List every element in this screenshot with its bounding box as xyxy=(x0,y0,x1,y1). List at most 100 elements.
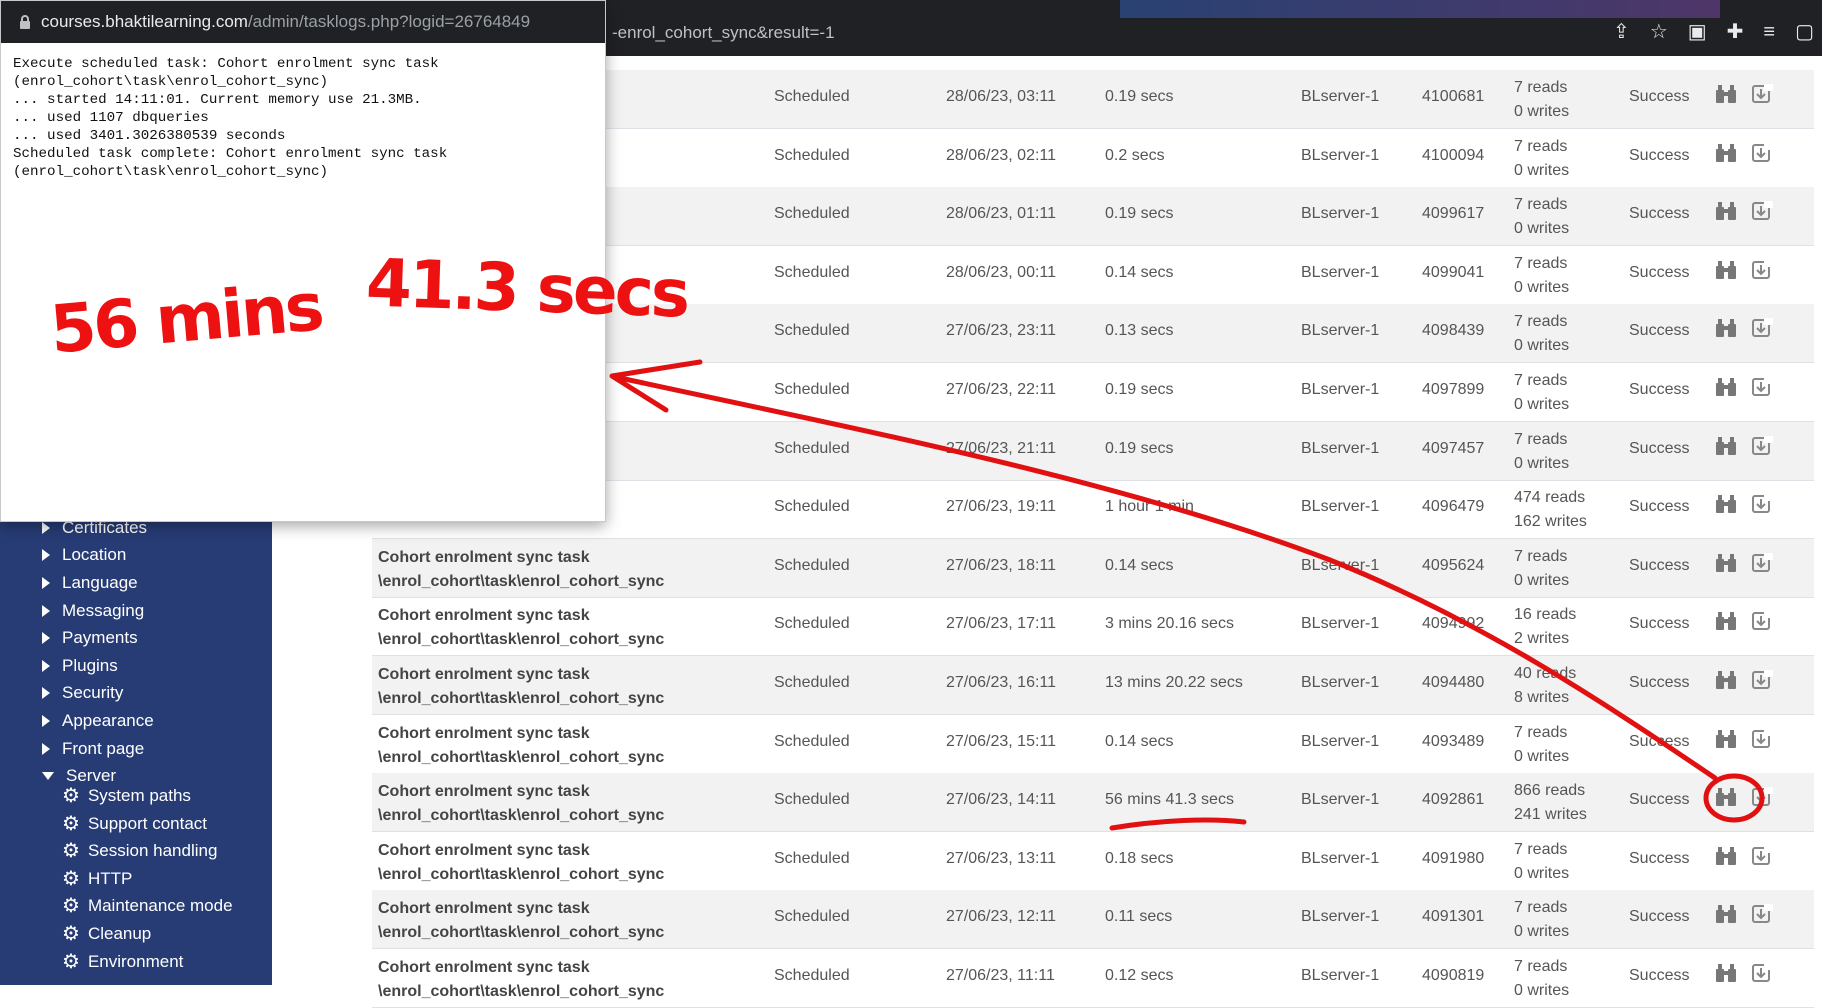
task-pid: 4090819 xyxy=(1422,967,1485,984)
db-reads: 7 reads xyxy=(1514,547,1568,565)
server-item-environment[interactable]: ⚙ Environment xyxy=(62,952,183,972)
task-name-cell: Cohort enrolment sync task \enrol_cohort\… xyxy=(378,546,664,594)
task-type: Scheduled xyxy=(774,322,850,340)
task-pid: 4096479 xyxy=(1422,498,1485,516)
task-database: 7 reads 0 writes xyxy=(1514,955,1569,1003)
download-icon[interactable] xyxy=(1751,670,1773,690)
sidebar-item-plugins[interactable]: Plugins xyxy=(42,656,118,676)
download-icon[interactable] xyxy=(1751,84,1773,104)
download-icon[interactable] xyxy=(1751,435,1773,456)
server-item-label: Cleanup xyxy=(87,924,152,943)
sidebar-item-label: Server xyxy=(66,766,117,785)
download-icon[interactable] xyxy=(1751,201,1773,221)
row-actions xyxy=(1715,435,1773,456)
task-classname: \enrol_cohort\task\enrol_cohort_sync xyxy=(378,924,665,942)
popup-address-bar[interactable]: courses.bhaktilearning.com /admin/tasklo… xyxy=(1,1,605,43)
task-classname: \enrol_cohort\task\enrol_cohort_sync xyxy=(378,690,665,707)
binoculars-icon[interactable] xyxy=(1715,318,1737,338)
task-start-time: 27/06/23, 19:11 xyxy=(946,498,1057,516)
binoculars-icon[interactable] xyxy=(1715,494,1737,514)
lock-icon xyxy=(20,15,30,29)
download-icon[interactable] xyxy=(1751,963,1773,983)
binoculars-icon[interactable] xyxy=(1715,377,1737,397)
server-item-cleanup[interactable]: ⚙ Cleanup xyxy=(62,924,151,944)
binoculars-icon[interactable] xyxy=(1715,904,1737,924)
address-bar-url-tail[interactable]: -enrol_cohort_sync&result=-1 xyxy=(612,23,835,43)
task-hostname: BLserver-1 xyxy=(1301,88,1380,105)
sidebar-item-appearance[interactable]: Appearance xyxy=(42,711,154,731)
download-icon[interactable] xyxy=(1751,904,1773,924)
sidebar-item-messaging[interactable]: Messaging xyxy=(42,601,144,621)
task-duration: 0.14 secs xyxy=(1105,732,1174,750)
task-pid: 4092861 xyxy=(1422,791,1485,809)
task-hostname: BLserver-1 xyxy=(1301,498,1380,516)
task-name-cell: Cohort enrolment sync task \enrol_cohort\… xyxy=(378,839,664,887)
binoculars-icon[interactable] xyxy=(1715,84,1737,104)
server-item-system-paths[interactable]: ⚙ System paths xyxy=(62,786,191,806)
binoculars-icon[interactable] xyxy=(1715,846,1737,866)
binoculars-icon[interactable] xyxy=(1715,436,1737,456)
sidebar-item-payments[interactable]: Payments xyxy=(42,628,138,648)
task-name: Cohort enrolment sync task xyxy=(378,607,590,625)
download-icon[interactable] xyxy=(1751,377,1773,397)
task-hostname: BLserver-1 xyxy=(1301,732,1380,750)
sidebar-item-front-page[interactable]: Front page xyxy=(42,739,144,759)
download-icon[interactable] xyxy=(1751,728,1773,749)
task-result: Success xyxy=(1629,205,1690,223)
row-actions xyxy=(1715,552,1773,573)
download-icon[interactable] xyxy=(1751,318,1773,338)
download-icon[interactable] xyxy=(1751,787,1773,807)
side-panel-icon[interactable]: ▢ xyxy=(1795,22,1814,42)
task-database: 7 reads 0 writes xyxy=(1514,545,1569,593)
extensions-icon[interactable]: ✚ xyxy=(1727,22,1744,42)
task-type: Scheduled xyxy=(774,205,850,223)
sidebar-item-location[interactable]: Location xyxy=(42,545,126,565)
binoculars-icon[interactable] xyxy=(1715,963,1737,983)
task-name: Cohort enrolment sync task xyxy=(378,666,590,683)
task-type: Scheduled xyxy=(774,498,850,516)
binoculars-icon[interactable] xyxy=(1715,260,1737,280)
row-actions xyxy=(1715,787,1773,807)
sidebar-item-language[interactable]: Language xyxy=(42,573,138,593)
binoculars-icon[interactable] xyxy=(1715,553,1737,573)
binoculars-icon[interactable] xyxy=(1715,670,1737,690)
task-result: Success xyxy=(1629,908,1690,926)
sidebar-item-security[interactable]: Security xyxy=(42,683,123,703)
db-writes: 0 writes xyxy=(1514,161,1570,179)
db-writes: 0 writes xyxy=(1514,747,1570,765)
task-database: 7 reads 0 writes xyxy=(1514,310,1569,358)
task-name-cell: Cohort enrolment sync task \enrol_cohort\… xyxy=(378,956,664,1004)
download-icon[interactable] xyxy=(1751,845,1773,866)
task-database: 7 reads 0 writes xyxy=(1514,252,1569,300)
caret-right-icon xyxy=(42,687,50,699)
download-icon[interactable] xyxy=(1751,142,1773,163)
binoculars-icon[interactable] xyxy=(1715,201,1737,221)
binoculars-icon[interactable] xyxy=(1715,787,1737,807)
table-row: Cohort enrolment sync task \enrol_cohort\… xyxy=(372,773,1814,833)
server-item-label: Session handling xyxy=(87,841,218,861)
server-item-maintenance-mode[interactable]: ⚙ Maintenance mode xyxy=(62,896,233,916)
binoculars-icon[interactable] xyxy=(1715,143,1737,163)
task-result: Success xyxy=(1629,381,1690,398)
binoculars-icon[interactable] xyxy=(1715,611,1737,631)
download-icon[interactable] xyxy=(1751,259,1773,280)
task-pid: 4097457 xyxy=(1422,439,1485,457)
download-icon[interactable] xyxy=(1751,494,1773,514)
table-row: Cohort enrolment sync task \enrol_cohort\… xyxy=(372,538,1814,598)
task-classname: \enrol_cohort\task\enrol_cohort_sync xyxy=(378,865,665,883)
share-icon[interactable]: ⇪ xyxy=(1613,22,1630,42)
reading-list-icon[interactable]: ≡ xyxy=(1763,22,1775,42)
db-reads: 7 reads xyxy=(1514,899,1568,917)
extension-square-icon[interactable]: ▣ xyxy=(1688,22,1707,42)
star-icon[interactable]: ☆ xyxy=(1650,22,1668,42)
sidebar-item-server[interactable]: Server xyxy=(42,766,116,786)
server-item-support-contact[interactable]: ⚙ Support contact xyxy=(62,814,207,834)
task-result: Success xyxy=(1629,732,1690,750)
binoculars-icon[interactable] xyxy=(1715,729,1737,749)
download-icon[interactable] xyxy=(1751,611,1773,631)
task-name: Cohort enrolment sync task xyxy=(378,900,590,918)
server-item-session-handling[interactable]: ⚙ Session handling xyxy=(62,841,217,861)
caret-right-icon xyxy=(42,577,50,589)
download-icon[interactable] xyxy=(1751,552,1773,573)
server-item-http[interactable]: ⚙ HTTP xyxy=(62,869,132,889)
